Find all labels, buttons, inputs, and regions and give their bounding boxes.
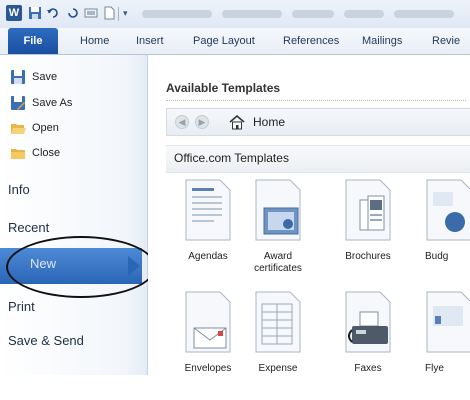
save-icon[interactable] — [28, 6, 42, 20]
agenda-document-icon — [185, 179, 231, 241]
tab-insert[interactable]: Insert — [136, 28, 164, 54]
sidebar-item-save-send[interactable]: Save & Send — [8, 329, 84, 353]
sidebar-item-print[interactable]: Print — [8, 295, 35, 319]
sidebar-save-as-label: Save As — [32, 97, 73, 109]
qat-separator — [118, 7, 119, 21]
available-templates-heading: Available Templates — [166, 81, 281, 95]
template-label: Flye — [425, 363, 444, 374]
sidebar-close-label: Close — [32, 147, 61, 159]
office-templates-label: Office.com Templates — [174, 151, 289, 165]
sidebar-open[interactable]: Open — [10, 118, 59, 138]
redo-icon[interactable] — [66, 6, 80, 20]
sidebar-open-label: Open — [32, 122, 59, 134]
document-title-blurred-2 — [222, 10, 282, 18]
template-faxes[interactable]: Faxes — [333, 290, 403, 375]
print-preview-icon[interactable] — [84, 6, 98, 20]
ribbon-tabs: File Home Insert Page Layout References … — [0, 28, 470, 55]
document-title-blurred-4 — [344, 10, 384, 18]
tab-review[interactable]: Revie — [432, 28, 460, 54]
document-title-blurred-3 — [292, 10, 334, 18]
save-as-icon — [11, 96, 25, 110]
template-label: Brochures — [345, 251, 391, 262]
sidebar-save[interactable]: Save — [10, 67, 57, 87]
forward-arrow-icon[interactable]: ▶ — [195, 115, 209, 129]
sidebar-item-info[interactable]: Info — [8, 178, 30, 202]
open-folder-icon — [11, 124, 26, 134]
word-app-icon[interactable]: W — [6, 5, 22, 21]
sidebar-item-recent[interactable]: Recent — [8, 216, 49, 240]
template-label: Expense — [258, 363, 298, 374]
sidebar-save-label: Save — [32, 71, 58, 83]
bottom-strip — [0, 375, 470, 400]
annotation-ellipse — [6, 236, 156, 298]
save-icon — [11, 70, 25, 84]
certificate-icon — [255, 179, 301, 241]
home-icon[interactable] — [229, 114, 245, 130]
document-title-blurred-5 — [394, 10, 454, 18]
customize-qat-icon[interactable]: ▾ — [123, 8, 128, 19]
document-title-blurred — [142, 10, 212, 18]
template-flyers[interactable]: Flye — [413, 290, 470, 375]
template-label: Award certificates — [254, 251, 302, 274]
template-expense[interactable]: Expense — [243, 290, 313, 375]
brochure-icon — [345, 179, 391, 241]
tab-mailings[interactable]: Mailings — [362, 28, 402, 54]
template-award-certificates[interactable]: Award certificates — [243, 178, 313, 275]
tab-references[interactable]: References — [283, 28, 339, 54]
template-nav-bar: ◀ ▶ Home — [166, 108, 470, 136]
template-label: Envelopes — [184, 363, 232, 374]
tab-file[interactable]: File — [8, 28, 58, 54]
envelope-icon — [185, 291, 231, 353]
template-agendas[interactable]: Agendas — [173, 178, 243, 263]
template-brochures[interactable]: Brochures — [333, 178, 403, 263]
tab-page-layout[interactable]: Page Layout — [193, 28, 255, 54]
title-bar: W ▾ — [0, 0, 470, 28]
template-budgets[interactable]: Budg — [413, 178, 470, 263]
heading-divider — [166, 100, 466, 101]
sidebar-close[interactable]: Close — [10, 143, 60, 163]
new-document-icon[interactable] — [102, 6, 116, 20]
undo-icon[interactable] — [46, 6, 60, 20]
flyer-icon — [426, 291, 470, 353]
office-templates-section: Office.com Templates — [166, 145, 470, 173]
close-folder-icon — [11, 149, 25, 159]
nav-home-label[interactable]: Home — [253, 115, 285, 129]
template-label: Agendas — [188, 251, 228, 262]
budget-chart-icon — [426, 179, 470, 241]
template-envelopes[interactable]: Envelopes — [173, 290, 243, 375]
tab-home[interactable]: Home — [80, 28, 109, 54]
template-label: Faxes — [354, 363, 382, 374]
sidebar-save-as[interactable]: Save As — [10, 93, 72, 113]
expense-sheet-icon — [255, 291, 301, 353]
template-label: Budg — [425, 251, 449, 262]
back-arrow-icon[interactable]: ◀ — [175, 115, 189, 129]
fax-machine-icon — [345, 291, 391, 353]
